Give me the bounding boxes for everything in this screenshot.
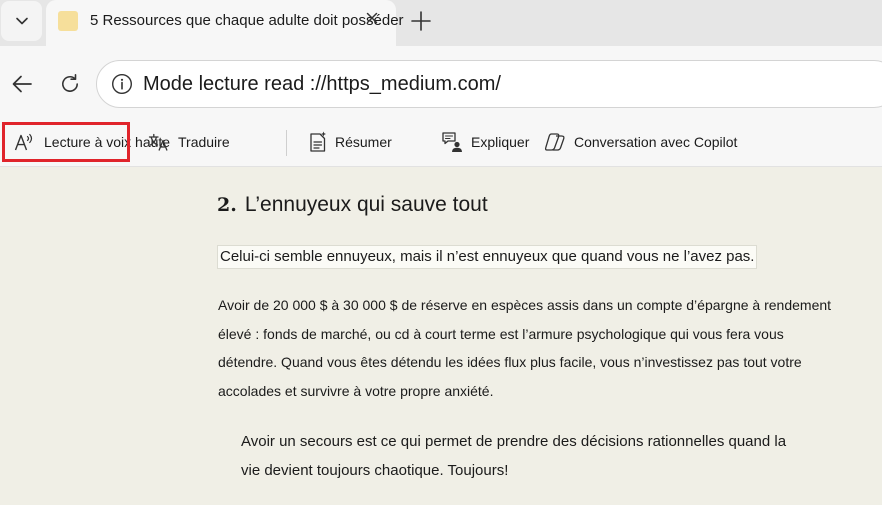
- tab-actions-menu-button[interactable]: [1, 1, 42, 41]
- chevron-down-icon: [15, 17, 28, 25]
- paragraph-line: détendre. Quand vous êtes détendu les id…: [218, 354, 802, 370]
- paragraph-line: accolades et survivre à votre propre anx…: [218, 382, 494, 399]
- translate-icon: [148, 133, 168, 151]
- explain-button[interactable]: Expliquer: [441, 118, 529, 166]
- summarize-icon: [310, 131, 326, 152]
- copilot-icon: [544, 133, 565, 151]
- refresh-icon: [62, 74, 78, 92]
- info-icon[interactable]: [111, 73, 133, 95]
- favicon-icon: [58, 11, 78, 31]
- read-aloud-icon: [14, 133, 33, 151]
- lead-sentence: Celui-ci semble ennuyeux, mais il n’est …: [217, 245, 758, 269]
- quote-line: vie devient toujours chaotique. Toujours…: [241, 461, 509, 479]
- summarize-button[interactable]: Résumer: [309, 118, 392, 166]
- read-aloud-button[interactable]: Lecture à voix haute: [14, 118, 170, 166]
- explain-label: Expliquer: [471, 134, 530, 150]
- tab-title: 5 Ressources que chaque adulte doit poss…: [90, 12, 404, 29]
- address-text: Mode lecture read ://https_medium.com/: [143, 73, 501, 95]
- reader-toolbar: Lecture à voix haute Traduire Résumer Ex…: [0, 118, 882, 167]
- block-quote: Avoir un secours est ce qui permet de pr…: [241, 428, 861, 485]
- paragraph-line: Avoir de 20 000 $ à 30 000 $ de réserve …: [218, 297, 832, 313]
- navigation-bar: Mode lecture read ://https_medium.com/: [0, 46, 882, 118]
- copilot-chat-button[interactable]: Conversation avec Copilot: [544, 118, 737, 166]
- paragraph-line: élevé : fonds de marché, ou cd à court t…: [218, 325, 784, 342]
- close-icon: [366, 12, 378, 24]
- refresh-button[interactable]: [54, 68, 86, 100]
- explain-icon: [442, 132, 462, 152]
- toolbar-divider: [286, 130, 287, 156]
- back-button[interactable]: [6, 68, 38, 100]
- reader-article: 2. L’ennuyeux qui sauve tout Celui-ci sem…: [0, 167, 882, 505]
- heading-text: L’ennuyeux qui sauve tout: [244, 193, 488, 216]
- tab-strip: 5 Ressources que chaque adulte doit poss…: [0, 0, 882, 46]
- new-tab-button[interactable]: [406, 6, 436, 36]
- address-bar[interactable]: Mode lecture read ://https_medium.com/: [96, 60, 882, 108]
- summarize-label: Résumer: [335, 134, 392, 150]
- tab-close-button[interactable]: [363, 9, 381, 27]
- translate-button[interactable]: Traduire: [148, 118, 230, 166]
- copilot-chat-label: Conversation avec Copilot: [574, 134, 738, 150]
- active-tab[interactable]: 5 Ressources que chaque adulte doit poss…: [46, 0, 404, 46]
- plus-icon: [411, 11, 431, 31]
- section-heading: 2. L’ennuyeux qui sauve tout: [217, 193, 488, 217]
- back-arrow-icon: [12, 75, 32, 93]
- quote-line: Avoir un secours est ce qui permet de pr…: [241, 433, 787, 450]
- translate-label: Traduire: [178, 134, 230, 150]
- heading-number: 2.: [217, 194, 237, 216]
- body-paragraph: Avoir de 20 000 $ à 30 000 $ de réserve …: [218, 291, 858, 405]
